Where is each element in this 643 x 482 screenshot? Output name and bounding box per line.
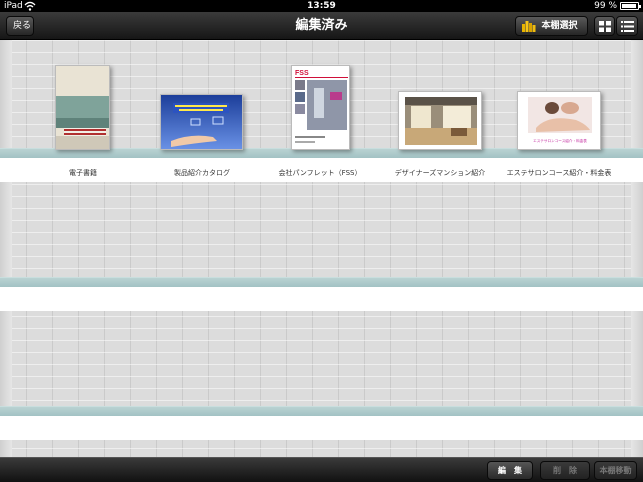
pamphlet-cover-art: FSS	[292, 66, 349, 149]
book-title-esthe[interactable]: エステサロンコース紹介・料金表	[494, 168, 624, 178]
shelf-select-button[interactable]: 本棚選択	[515, 16, 588, 36]
shelf-select-label: 本棚選択	[541, 21, 578, 31]
delete-button[interactable]: 削 除	[540, 461, 590, 480]
battery-percentage: 99 %	[594, 1, 617, 11]
shelf-board-2	[0, 277, 643, 287]
ebook-cover-art	[56, 66, 109, 149]
shelf-board-3	[0, 406, 643, 416]
book-title-catalog[interactable]: 製品紹介カタログ	[137, 168, 267, 178]
book-title-pamphlet[interactable]: 会社パンフレット（FSS）	[255, 168, 385, 178]
book-title-mansion[interactable]: デザイナーズマンション紹介	[375, 168, 505, 178]
list-view-button[interactable]	[616, 16, 638, 36]
fss-logo: FSS	[295, 70, 309, 77]
esthe-cover-caption: エステサロンコース紹介・料金表	[533, 138, 587, 143]
edit-button[interactable]: 編 集	[487, 461, 533, 480]
bottom-toolbar: 編 集 削 除 本棚移動	[0, 457, 643, 482]
shelf-front-2	[0, 287, 643, 311]
status-bar: iPad 13:59 99 %	[0, 0, 643, 12]
navigation-bar: 編集済み 戻る 本棚選択	[0, 12, 643, 40]
grid-icon	[599, 21, 611, 32]
mansion-cover-art	[399, 92, 481, 149]
back-button[interactable]: 戻る	[6, 16, 34, 36]
clock: 13:59	[307, 1, 336, 11]
book-cover-mansion[interactable]	[398, 91, 482, 150]
catalog-cover-art	[161, 95, 242, 149]
esthe-cover-art: エステサロンコース紹介・料金表	[518, 92, 600, 149]
book-cover-esthe[interactable]: エステサロンコース紹介・料金表	[517, 91, 601, 150]
book-cover-pamphlet[interactable]: FSS	[291, 65, 350, 150]
books-icon	[522, 21, 536, 32]
move-to-shelf-button[interactable]: 本棚移動	[594, 461, 637, 480]
shelf-side-right	[631, 40, 643, 457]
book-cover-catalog[interactable]	[160, 94, 243, 150]
shelf-front-3	[0, 416, 643, 440]
bookshelf: 電子書籍 製品紹介カタログ FSS 会社パンフレット（FSS） デザイナーズマン…	[0, 40, 643, 457]
book-cover-ebook[interactable]	[55, 65, 110, 150]
book-title-ebook[interactable]: 電子書籍	[18, 168, 148, 178]
list-icon	[621, 21, 634, 32]
shelf-side-left	[0, 40, 12, 457]
grid-view-button[interactable]	[594, 16, 615, 36]
battery-icon	[620, 2, 641, 10]
